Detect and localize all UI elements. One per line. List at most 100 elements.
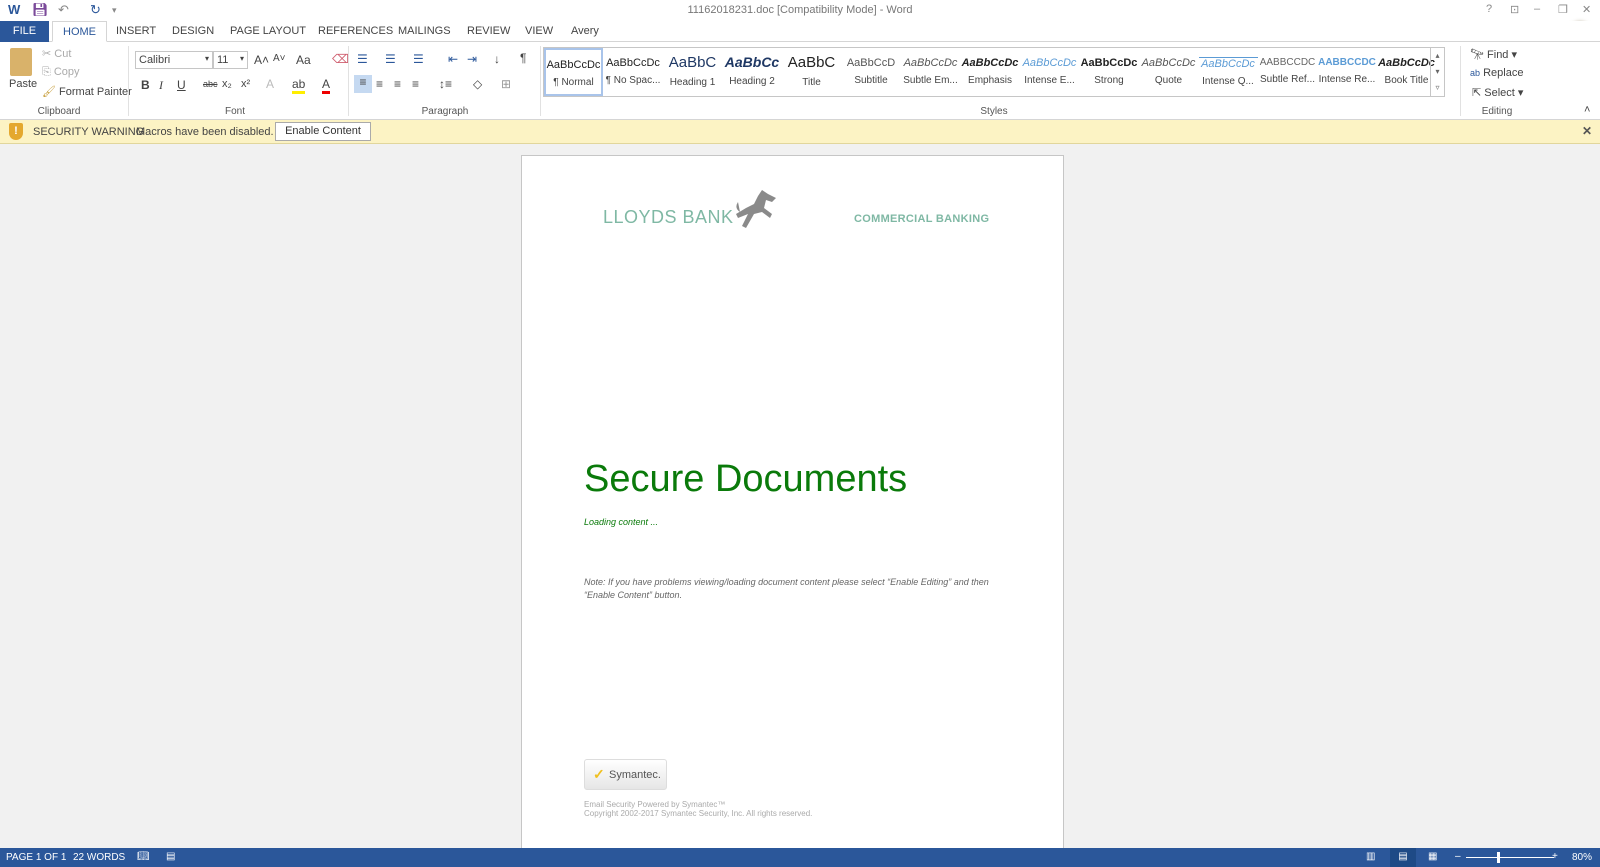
shrink-font-icon[interactable]: A˅ <box>273 53 286 64</box>
clipboard-group-label: Clipboard <box>37 106 81 117</box>
ribbon-display-icon[interactable]: ⊡ <box>1510 3 1519 16</box>
style-preview: AaBbCcDc <box>606 57 660 69</box>
cut-button[interactable]: ✂ Cut <box>42 47 71 60</box>
word-count[interactable]: 22 WORDS <box>73 852 125 863</box>
page-count[interactable]: PAGE 1 OF 1 <box>6 852 66 863</box>
tab-mailings[interactable]: MAILINGS <box>388 21 461 42</box>
grow-font-icon[interactable]: A˄ <box>254 53 269 67</box>
copy-button[interactable]: ⎘ Copy <box>42 66 80 79</box>
style-title[interactable]: AaBbC Title <box>782 48 841 96</box>
shield-warning-icon: ! <box>9 123 23 140</box>
style-book-title[interactable]: AaBbCcDc Book Title <box>1377 48 1436 96</box>
tab-insert[interactable]: INSERT <box>106 21 166 42</box>
style-name: Quote <box>1154 75 1183 86</box>
font-name-select[interactable]: Calibri ▾ <box>135 51 213 69</box>
font-group-label: Font <box>224 106 245 117</box>
tab-review[interactable]: REVIEW <box>457 21 520 42</box>
collapse-ribbon-icon[interactable]: ˄ <box>1584 104 1590 116</box>
style-no-spac[interactable]: AaBbCcDc ¶ No Spac... <box>604 48 663 96</box>
select-label: Select <box>1484 87 1515 99</box>
symantec-badge: ✓ Symantec. <box>584 759 667 790</box>
read-mode-icon[interactable]: ▥ <box>1366 851 1375 862</box>
align-center-icon[interactable]: ≡ <box>376 77 383 91</box>
decrease-indent-icon[interactable]: ⇤ <box>448 52 458 66</box>
style-emphasis[interactable]: AaBbCcDc Emphasis <box>961 48 1020 96</box>
paste-icon[interactable] <box>10 48 32 76</box>
style-strong[interactable]: AaBbCcDc Strong <box>1080 48 1139 96</box>
italic-button[interactable]: I <box>159 78 163 93</box>
proofing-icon[interactable]: 📖︎ <box>137 851 150 862</box>
tab-home[interactable]: HOME <box>52 21 107 42</box>
minimize-button[interactable]: – <box>1534 3 1540 15</box>
multilevel-list-icon[interactable]: ☰ <box>413 52 424 66</box>
highlight-icon[interactable]: ab <box>292 77 306 94</box>
style-subtitle[interactable]: AaBbCcD Subtitle <box>842 48 901 96</box>
style-normal[interactable]: AaBbCcDc ¶ Normal <box>544 48 603 96</box>
align-right-icon[interactable]: ≡ <box>394 77 401 91</box>
tab-file[interactable]: FILE <box>0 21 49 42</box>
zoom-slider-thumb[interactable] <box>1497 852 1500 863</box>
zoom-in-button[interactable]: + <box>1552 851 1558 862</box>
text-effects-icon[interactable]: A <box>266 77 274 91</box>
sort-icon[interactable]: ↓ <box>494 52 500 66</box>
strikethrough-button[interactable]: abc <box>203 79 218 89</box>
subscript-button[interactable]: x₂ <box>222 78 232 90</box>
font-color-icon[interactable]: A <box>322 77 331 94</box>
style-intense-e[interactable]: AaBbCcDc Intense E... <box>1020 48 1079 96</box>
enable-content-button[interactable]: Enable Content <box>275 122 371 141</box>
borders-icon[interactable]: ⊞ <box>501 77 511 91</box>
title-bar: W 💾︎ ↶ ↻ ▾ 11162018231.doc [Compatibilit… <box>0 0 1600 42</box>
help-icon[interactable]: ? <box>1486 3 1492 15</box>
format-painter-button[interactable]: 🖌︎ Format Painter <box>42 85 132 98</box>
numbering-icon[interactable]: ☰ <box>385 52 396 66</box>
style-intense-q[interactable]: AaBbCcDc Intense Q... <box>1198 48 1258 96</box>
tab-view[interactable]: VIEW <box>515 21 563 42</box>
style-preview: AaBbCcDc <box>1378 57 1435 69</box>
tab-page-layout[interactable]: PAGE LAYOUT <box>220 21 316 42</box>
print-layout-button[interactable]: ▤ <box>1390 848 1416 867</box>
font-size-select[interactable]: 11 ▾ <box>213 51 248 69</box>
brand-name: LLOYDS BANK <box>603 207 734 227</box>
style-heading-1[interactable]: AaBbC Heading 1 <box>663 48 722 96</box>
zoom-slider[interactable] <box>1466 857 1554 858</box>
style-preview: AaBbCcDc <box>1022 57 1077 69</box>
replace-button[interactable]: ab Replace <box>1470 67 1523 79</box>
style-name: Subtle Em... <box>903 75 958 86</box>
paste-button[interactable]: Paste <box>9 78 37 90</box>
security-warning-bar: ! SECURITY WARNING Macros have been disa… <box>0 120 1600 144</box>
restore-button[interactable]: ❐ <box>1558 3 1568 16</box>
close-button[interactable]: ✕ <box>1582 3 1591 16</box>
align-left-button[interactable]: ≡ <box>354 75 372 93</box>
zoom-level[interactable]: 80% <box>1572 852 1592 863</box>
justify-icon[interactable]: ≡ <box>412 77 419 91</box>
style-preview: AaBbCcDc <box>961 57 1019 69</box>
select-button[interactable]: ⇱ Select ▾ <box>1472 86 1523 99</box>
superscript-button[interactable]: x² <box>241 78 250 90</box>
clear-formatting-icon[interactable]: ⌫ <box>332 52 349 66</box>
document-page[interactable]: LLOYDS BANK COMMERCIAL BANKING Secure Do… <box>521 155 1064 855</box>
style-subtle-ref[interactable]: AABBCCDC Subtle Ref... <box>1258 48 1317 96</box>
increase-indent-icon[interactable]: ⇥ <box>467 52 477 66</box>
zoom-out-button[interactable]: – <box>1455 851 1461 862</box>
style-subtle-em[interactable]: AaBbCcDc Subtle Em... <box>901 48 960 96</box>
styles-scroll[interactable]: ▴ ▾ ▿ <box>1430 48 1444 96</box>
shading-icon[interactable]: ◇ <box>473 77 482 91</box>
style-heading-2[interactable]: AaBbCc Heading 2 <box>723 48 782 96</box>
show-formatting-button[interactable]: ¶ <box>520 51 526 65</box>
style-name: Intense E... <box>1024 75 1075 86</box>
bold-button[interactable]: B <box>141 78 150 92</box>
find-button[interactable]: 🔭︎ Find ▾ <box>1470 48 1517 61</box>
underline-button[interactable]: U <box>177 78 186 92</box>
web-layout-icon[interactable]: ▦ <box>1428 851 1437 862</box>
style-intense-re[interactable]: AABBCCDC Intense Re... <box>1318 48 1377 96</box>
close-warning-icon[interactable]: ✕ <box>1582 124 1592 138</box>
style-quote[interactable]: AaBbCcDc Quote <box>1139 48 1198 96</box>
change-case-button[interactable]: Aa <box>296 53 311 67</box>
bullets-icon[interactable]: ☰ <box>357 52 368 66</box>
divider <box>1460 46 1461 116</box>
tab-design[interactable]: DESIGN <box>162 21 224 42</box>
style-name: Heading 1 <box>669 77 716 88</box>
macro-icon[interactable]: ▤ <box>166 851 175 862</box>
tab-avery[interactable]: Avery <box>561 21 609 42</box>
line-spacing-icon[interactable]: ↕≡ <box>439 77 452 91</box>
